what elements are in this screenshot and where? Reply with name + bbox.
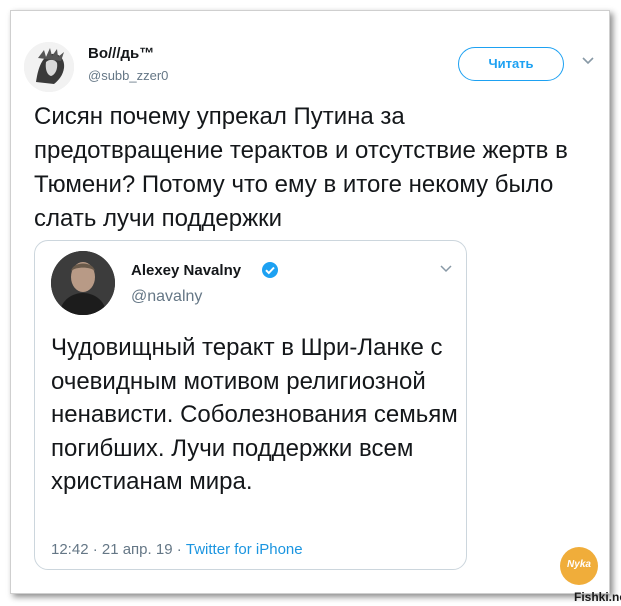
quoted-tweet-text: Чудовищный теракт в Шри-Ланке с очевидны… bbox=[51, 334, 458, 495]
tweet-header: Во///дь™ @subb_zzer0 Читать bbox=[24, 30, 604, 100]
quoted-display-name[interactable]: Alexey Navalny bbox=[131, 262, 241, 279]
avatar-image bbox=[24, 42, 74, 92]
author-handle[interactable]: @subb_zzer0 bbox=[88, 68, 168, 83]
quoted-avatar-image bbox=[51, 251, 115, 315]
quoted-handle[interactable]: @navalny bbox=[131, 288, 202, 306]
quoted-meta: 12:42 · 21 апр. 19 · Twitter for iPhone bbox=[51, 541, 303, 558]
quoted-tweet[interactable]: Alexey Navalny @navalny Чудовищный терак… bbox=[34, 240, 467, 570]
quoted-timestamp[interactable]: 12:42 · 21 апр. 19 · bbox=[51, 541, 186, 558]
chevron-down-icon[interactable] bbox=[580, 52, 596, 68]
site-watermark: Fishki.net bbox=[574, 590, 621, 604]
quoted-avatar[interactable] bbox=[51, 251, 115, 315]
author-display-name[interactable]: Во///дь™ bbox=[88, 45, 154, 62]
site-logo-text: Nyka bbox=[567, 559, 591, 570]
follow-button[interactable]: Читать bbox=[458, 47, 564, 81]
verified-badge-icon bbox=[262, 262, 278, 278]
tweet-text: Сисян почему упрекал Путина за предотвра… bbox=[34, 103, 568, 232]
quoted-source[interactable]: Twitter for iPhone bbox=[186, 541, 303, 558]
site-logo: Nyka bbox=[560, 547, 598, 585]
chevron-down-icon[interactable] bbox=[439, 261, 453, 275]
avatar[interactable] bbox=[24, 42, 74, 92]
